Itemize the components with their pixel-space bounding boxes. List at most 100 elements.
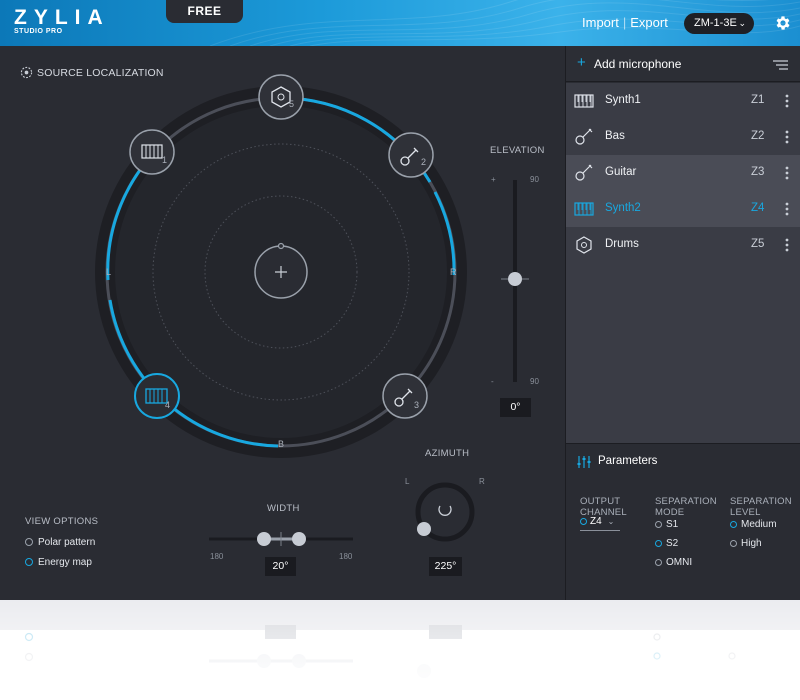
separation-level-title-line1: SEPARATION bbox=[730, 496, 792, 507]
elevation-slider-thumb[interactable] bbox=[508, 272, 522, 286]
microphone-name: Synth1 bbox=[605, 94, 641, 106]
elevation-title: ELEVATION bbox=[490, 145, 545, 156]
output-channel-select[interactable]: Z4 ⌄ bbox=[580, 516, 620, 531]
elevation-min-label: 90 bbox=[530, 377, 539, 386]
source-node-5[interactable]: 5 bbox=[258, 74, 304, 120]
radio-icon bbox=[25, 538, 33, 546]
sort-icon[interactable] bbox=[773, 60, 788, 70]
side-label-left: L bbox=[106, 267, 111, 277]
source-node-2[interactable]: 2 bbox=[388, 132, 434, 178]
more-options-icon[interactable] bbox=[785, 238, 789, 252]
width-max-label: 180 bbox=[339, 552, 353, 561]
output-channel-title: OUTPUT CHANNEL bbox=[580, 496, 627, 518]
separation-level-label: High bbox=[741, 538, 762, 549]
header-bar: ZYLIA STUDIO PRO FREE Import | Export ZM-1… bbox=[0, 0, 800, 46]
width-slider-left-thumb[interactable] bbox=[257, 532, 271, 546]
width-min-label: 180 bbox=[210, 552, 224, 561]
guitar-icon bbox=[575, 164, 593, 181]
radio-selected-icon bbox=[655, 540, 662, 547]
microphone-name: Guitar bbox=[605, 166, 637, 178]
elevation-slider[interactable] bbox=[501, 180, 529, 382]
microphone-row-bas[interactable]: Bas Z2 bbox=[566, 119, 800, 155]
source-localization-panel: SOURCE LOCALIZATION L R B 5 1 2 4 3 ELEV… bbox=[0, 46, 564, 600]
separation-level-medium[interactable]: Medium bbox=[730, 519, 777, 530]
radio-selected-icon bbox=[730, 521, 737, 528]
more-options-icon[interactable] bbox=[785, 94, 789, 108]
microphone-name: Synth2 bbox=[605, 202, 641, 214]
separation-mode-s1[interactable]: S1 bbox=[655, 519, 678, 530]
separation-level-title-line2: LEVEL bbox=[730, 507, 761, 518]
separation-level-title: SEPARATION LEVEL bbox=[730, 496, 792, 518]
chevron-down-icon: ⌄ bbox=[738, 18, 746, 28]
azimuth-value[interactable]: 225° bbox=[429, 557, 462, 576]
parameters-panel: Parameters OUTPUT CHANNEL Z4 ⌄ SEPARATION… bbox=[566, 443, 800, 600]
separation-mode-s2[interactable]: S2 bbox=[655, 538, 678, 549]
microphone-row-synth2[interactable]: Synth2 Z4 bbox=[566, 191, 800, 227]
add-microphone-label: Add microphone bbox=[594, 57, 682, 71]
more-options-icon[interactable] bbox=[785, 130, 789, 144]
add-microphone-button[interactable]: + Add microphone bbox=[566, 46, 800, 82]
view-option-polar-pattern[interactable]: Polar pattern bbox=[25, 537, 95, 548]
guitar-icon bbox=[575, 128, 593, 145]
radio-icon bbox=[730, 540, 737, 547]
radio-icon bbox=[655, 521, 662, 528]
window-reflection bbox=[0, 600, 800, 700]
microphone-name: Bas bbox=[605, 130, 625, 142]
microphone-list: Synth1 Z1 Bas Z2 Guitar Z3 Synth2 Z4 Dru… bbox=[566, 83, 800, 443]
microphone-name: Drums bbox=[605, 238, 639, 250]
header-wave-decoration bbox=[209, 0, 800, 46]
import-link[interactable]: Import bbox=[582, 15, 619, 30]
radio-icon bbox=[655, 559, 662, 566]
azimuth-knob-thumb[interactable] bbox=[417, 522, 431, 536]
separation-mode-title-line2: MODE bbox=[655, 507, 685, 518]
side-label-back: B bbox=[278, 439, 284, 449]
radio-selected-icon bbox=[25, 558, 33, 566]
source-node-1[interactable]: 1 bbox=[129, 129, 175, 175]
output-channel-value: Z4 bbox=[590, 516, 602, 527]
microphone-zone: Z4 bbox=[751, 202, 765, 214]
microphone-row-synth1[interactable]: Synth1 Z1 bbox=[566, 83, 800, 119]
microphone-zone: Z5 bbox=[751, 238, 765, 250]
elevation-value[interactable]: 0° bbox=[500, 398, 531, 417]
sliders-icon bbox=[577, 456, 591, 468]
reflection-shapes bbox=[0, 600, 800, 700]
free-tab[interactable]: FREE bbox=[166, 0, 243, 23]
source-node-3[interactable]: 3 bbox=[382, 373, 428, 419]
plus-icon: + bbox=[577, 54, 586, 71]
source-node-3-zone: 3 bbox=[414, 400, 419, 410]
source-node-4[interactable]: 4 bbox=[134, 373, 180, 419]
output-channel-title-line1: OUTPUT bbox=[580, 496, 621, 507]
elevation-max-label: 90 bbox=[530, 175, 539, 184]
separation-level-high[interactable]: High bbox=[730, 538, 762, 549]
view-options-title: VIEW OPTIONS bbox=[25, 516, 99, 527]
width-title: WIDTH bbox=[267, 503, 300, 514]
export-link[interactable]: Export bbox=[630, 15, 668, 30]
view-option-label: Energy map bbox=[38, 557, 92, 568]
power-icon bbox=[438, 505, 452, 516]
width-slider[interactable] bbox=[209, 532, 353, 546]
source-node-1-zone: 1 bbox=[162, 155, 167, 165]
azimuth-knob[interactable] bbox=[415, 482, 475, 542]
chevron-down-icon: ⌄ bbox=[607, 517, 615, 526]
view-option-energy-map[interactable]: Energy map bbox=[25, 557, 92, 568]
more-options-icon[interactable] bbox=[785, 202, 789, 216]
drum-icon bbox=[576, 236, 592, 254]
microphone-zone: Z3 bbox=[751, 166, 765, 178]
gear-icon[interactable] bbox=[774, 14, 792, 32]
separation-mode-label: S1 bbox=[666, 519, 679, 530]
more-options-icon[interactable] bbox=[785, 166, 789, 180]
device-select[interactable]: ZM-1-3E ⌄ bbox=[684, 13, 754, 34]
microphone-row-guitar[interactable]: Guitar Z3 bbox=[566, 155, 800, 191]
microphone-row-drums[interactable]: Drums Z5 bbox=[566, 227, 800, 263]
separation-mode-omni[interactable]: OMNI bbox=[655, 557, 692, 568]
parameters-title: Parameters bbox=[598, 455, 658, 467]
source-node-5-zone: 5 bbox=[289, 99, 294, 109]
width-slider-right-thumb[interactable] bbox=[292, 532, 306, 546]
azimuth-title: AZIMUTH bbox=[425, 448, 470, 459]
microphone-zone: Z2 bbox=[751, 130, 765, 142]
azimuth-left-label: L bbox=[405, 477, 410, 486]
separation-mode-title: SEPARATION MODE bbox=[655, 496, 717, 518]
width-value[interactable]: 20° bbox=[265, 557, 296, 576]
logo-subtitle: STUDIO PRO bbox=[14, 28, 63, 35]
microphone-zone: Z1 bbox=[751, 94, 765, 106]
